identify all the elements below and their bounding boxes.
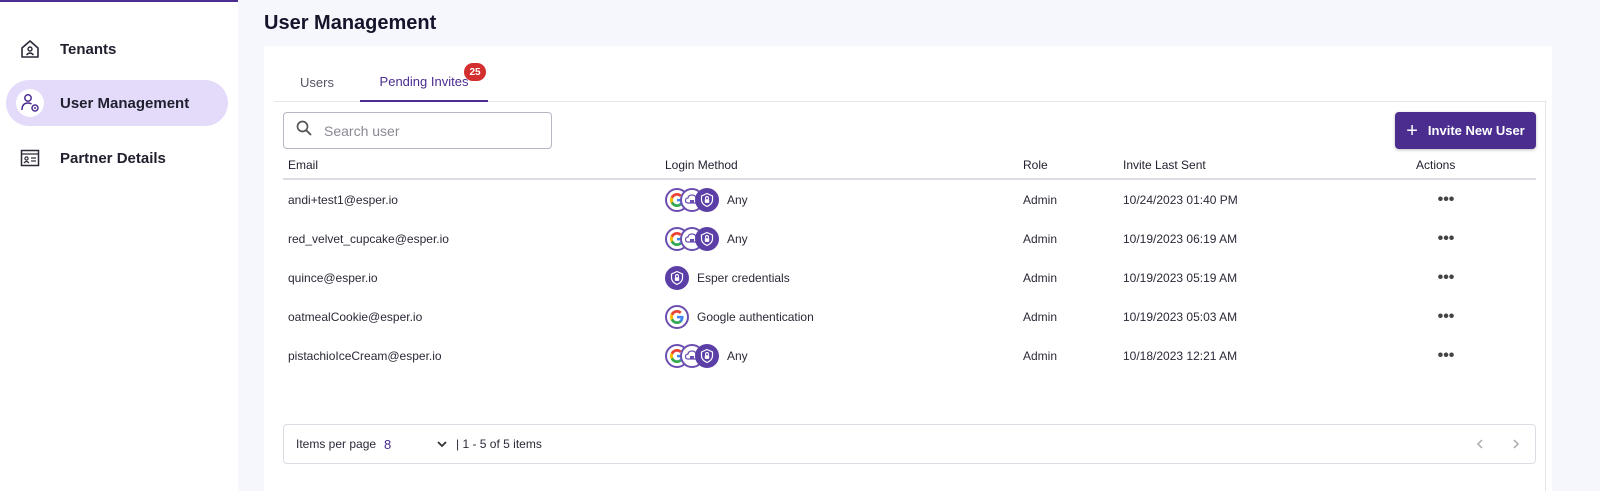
row-actions-menu-button[interactable]: ••• (1429, 336, 1463, 375)
login-method-icons (665, 304, 689, 329)
invite-new-user-button[interactable]: + Invite New User (1395, 112, 1536, 149)
esper-lock-icon (695, 187, 719, 212)
plus-icon: + (1406, 119, 1418, 142)
invite-new-user-label: Invite New User (1427, 123, 1525, 138)
chevron-down-icon (436, 438, 448, 453)
sidebar-item-tenants[interactable]: Tenants (6, 26, 228, 72)
row-actions-menu-button[interactable]: ••• (1429, 297, 1463, 336)
esper-lock-icon (695, 226, 719, 251)
row-email: quince@esper.io (288, 270, 378, 285)
row-email: pistachioIceCream@esper.io (288, 348, 442, 363)
login-method-icons (665, 343, 719, 368)
google-icon (665, 304, 689, 329)
login-method-icons (665, 265, 689, 290)
sidebar-item-label: Partner Details (60, 149, 166, 167)
login-method-icons (665, 187, 719, 212)
pagination-summary: | 1 - 5 of 5 items (456, 437, 542, 451)
row-role: Admin (1023, 192, 1058, 207)
esper-lock-icon (695, 343, 719, 368)
row-invite-last-sent: 10/19/2023 05:03 AM (1123, 309, 1238, 324)
row-role: Admin (1023, 309, 1058, 324)
row-actions-menu-button[interactable]: ••• (1429, 258, 1463, 297)
column-header-email: Email (288, 158, 319, 172)
table-row: red_velvet_cupcake@esper.io Any Admin 10/19… (283, 219, 1536, 258)
sidebar: Tenants User Management Partner Details (0, 0, 238, 491)
row-login-method: Any (665, 180, 748, 219)
row-invite-last-sent: 10/19/2023 06:19 AM (1123, 231, 1238, 246)
row-actions-menu-button[interactable]: ••• (1429, 180, 1463, 219)
sidebar-item-partner-details[interactable]: Partner Details (6, 135, 228, 181)
esper-lock-icon (665, 265, 689, 290)
column-header-role: Role (1023, 158, 1048, 172)
row-login-method-label: Any (727, 231, 748, 246)
row-login-method-label: Google authentication (697, 309, 814, 324)
sidebar-accent-line (0, 0, 238, 2)
row-login-method: Esper credentials (665, 258, 790, 297)
search-box[interactable] (283, 112, 552, 149)
row-role: Admin (1023, 348, 1058, 363)
row-login-method-label: Any (727, 348, 748, 363)
id-card-icon (18, 146, 42, 170)
column-header-login-method: Login Method (665, 158, 738, 172)
row-actions-menu-button[interactable]: ••• (1429, 219, 1463, 258)
search-input[interactable] (324, 122, 534, 139)
row-login-method-label: Any (727, 192, 748, 207)
row-login-method: Any (665, 336, 748, 375)
page-title: User Management (264, 12, 437, 34)
user-gear-icon (16, 89, 44, 117)
table-row: quince@esper.io Esper credentials Admin 10/… (283, 258, 1536, 297)
table-row: oatmealCookie@esper.io Google authenticat… (283, 297, 1536, 336)
row-invite-last-sent: 10/18/2023 12:21 AM (1123, 348, 1238, 363)
items-per-page-select[interactable]: 8 (384, 431, 450, 457)
previous-page-button[interactable] (1471, 435, 1489, 453)
items-per-page-value: 8 (384, 436, 392, 452)
column-header-invite-last-sent: Invite Last Sent (1123, 158, 1206, 172)
login-method-icons (665, 226, 719, 251)
row-invite-last-sent: 10/24/2023 01:40 PM (1123, 192, 1238, 207)
row-email: red_velvet_cupcake@esper.io (288, 231, 449, 246)
column-header-actions: Actions (1416, 158, 1456, 172)
sidebar-item-user-management[interactable]: User Management (6, 80, 228, 126)
row-login-method: Any (665, 219, 748, 258)
table-row: pistachioIceCream@esper.io Any Admin 10/18/… (283, 336, 1536, 375)
items-per-page-label: Items per page (296, 437, 377, 451)
table-header: Email Login Method Role Invite Last Sent… (283, 150, 1536, 180)
pending-invites-count-badge: 25 (464, 63, 486, 81)
scrollbar-track[interactable] (1545, 102, 1546, 491)
row-email: oatmealCookie@esper.io (288, 309, 423, 324)
search-icon (296, 120, 312, 141)
pagination-bar: Items per page 8 | 1 - 5 of 5 items (283, 424, 1536, 464)
row-email: andi+test1@esper.io (288, 192, 398, 207)
row-invite-last-sent: 10/19/2023 05:19 AM (1123, 270, 1238, 285)
row-role: Admin (1023, 270, 1058, 285)
sidebar-item-label: Tenants (60, 40, 117, 58)
sidebar-item-label: User Management (60, 94, 190, 112)
row-login-method-label: Esper credentials (697, 270, 790, 285)
row-role: Admin (1023, 231, 1058, 246)
row-login-method: Google authentication (665, 297, 814, 336)
next-page-button[interactable] (1507, 435, 1525, 453)
tab-users[interactable]: Users (274, 62, 360, 102)
house-icon (18, 37, 42, 61)
table-row: andi+test1@esper.io Any Admin 10/24/2023 01… (283, 180, 1536, 219)
